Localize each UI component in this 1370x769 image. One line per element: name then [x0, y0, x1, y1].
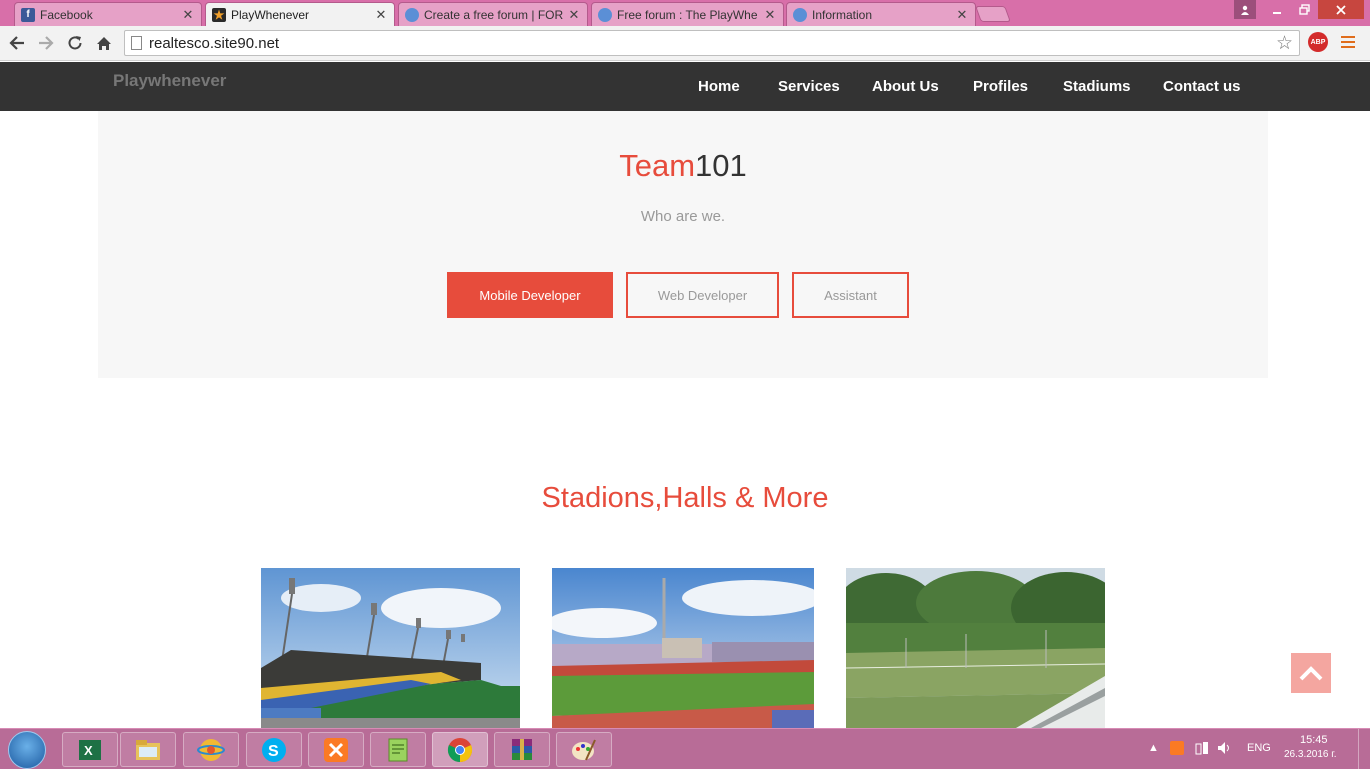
clock-date[interactable]: 26.3.2016 г. — [1284, 749, 1336, 760]
volume-icon[interactable] — [1217, 740, 1233, 756]
team-title: Team101 — [619, 148, 747, 183]
language-indicator[interactable]: ENG — [1247, 742, 1271, 754]
tennis-court-photo[interactable] — [846, 568, 1105, 728]
close-icon[interactable]: ✕ — [763, 7, 777, 23]
browser-tab-strip: f Facebook ✕ ★ PlayWhenever ✕ Create a f… — [0, 0, 1370, 26]
chrome-menu-icon[interactable] — [1341, 36, 1355, 51]
nav-services[interactable]: Services — [778, 78, 840, 95]
bookmark-star-icon[interactable]: ☆ — [1276, 32, 1293, 55]
start-orb[interactable] — [8, 731, 46, 769]
notepad-icon[interactable] — [370, 732, 426, 767]
chrome-icon[interactable] — [432, 732, 488, 767]
team-subtitle: Who are we. — [640, 208, 726, 225]
forum-icon — [405, 7, 419, 22]
back-arrow-icon[interactable] — [6, 32, 28, 54]
winrar-icon[interactable] — [494, 732, 550, 767]
stadium-photo-2[interactable] — [552, 568, 814, 728]
forward-arrow-icon[interactable] — [35, 32, 57, 54]
adblock-plus-icon[interactable]: ABP — [1308, 32, 1328, 52]
site-brand[interactable]: Playwhenever — [113, 71, 226, 91]
svg-text:S: S — [268, 743, 279, 760]
team-section: Team101 Who are we. Mobile Developer Web… — [98, 111, 1268, 378]
playwhenever-icon: ★ — [212, 7, 226, 22]
show-desktop-button[interactable] — [1358, 729, 1370, 769]
tray-expand-icon[interactable]: ▲ — [1148, 742, 1159, 754]
filter-mobile-developer[interactable]: Mobile Developer — [447, 272, 613, 318]
home-icon[interactable] — [93, 32, 115, 54]
file-explorer-icon[interactable] — [120, 732, 176, 767]
close-icon[interactable]: ✕ — [567, 7, 581, 23]
scroll-to-top-button[interactable] — [1291, 653, 1331, 693]
url-text: realtesco.site90.net — [149, 35, 280, 52]
tab-free-forum[interactable]: Free forum : The PlayWhe ✕ — [591, 2, 784, 26]
close-icon[interactable]: ✕ — [955, 7, 969, 23]
tab-information[interactable]: Information ✕ — [786, 2, 976, 26]
close-icon[interactable]: ✕ — [374, 7, 388, 23]
excel-icon[interactable]: X — [62, 732, 118, 767]
stadium-photo-1[interactable] — [261, 568, 520, 728]
skype-icon[interactable]: S — [246, 732, 302, 767]
nav-contact-us[interactable]: Contact us — [1163, 78, 1241, 95]
nav-about-us[interactable]: About Us — [872, 78, 939, 95]
network-icon[interactable] — [1195, 740, 1209, 756]
windows-taskbar: X S ▲ ENG 15:45 26.3.2016 г. — [0, 728, 1370, 769]
forum-icon — [598, 7, 612, 22]
browser-toolbar: realtesco.site90.net ☆ — [0, 26, 1370, 61]
forum-icon — [793, 7, 807, 22]
svg-text:X: X — [84, 743, 93, 758]
xampp-tray-icon[interactable] — [1170, 741, 1184, 755]
tab-create-forum[interactable]: Create a free forum | FOR ✕ — [398, 2, 588, 26]
nav-stadiums[interactable]: Stadiums — [1063, 78, 1131, 95]
restore-icon[interactable] — [1291, 0, 1317, 19]
filter-assistant[interactable]: Assistant — [792, 272, 909, 318]
reload-icon[interactable] — [64, 32, 86, 54]
chevron-up-icon — [1299, 666, 1323, 681]
address-bar[interactable]: realtesco.site90.net ☆ — [124, 30, 1300, 56]
paint-icon[interactable] — [556, 732, 612, 767]
filter-web-developer[interactable]: Web Developer — [626, 272, 779, 318]
clock-time[interactable]: 15:45 — [1300, 734, 1328, 746]
window-close-icon[interactable] — [1318, 0, 1364, 19]
facebook-icon: f — [21, 7, 35, 22]
nav-home[interactable]: Home — [698, 78, 740, 95]
site-navbar: Playwhenever Home Services About Us Prof… — [0, 62, 1370, 111]
app-icon[interactable] — [183, 732, 239, 767]
xampp-icon[interactable] — [308, 732, 364, 767]
nav-profiles[interactable]: Profiles — [973, 78, 1028, 95]
stadiums-title: Stadions,Halls & More — [541, 482, 829, 514]
user-profile-icon[interactable] — [1234, 0, 1256, 19]
minimize-icon[interactable] — [1264, 0, 1290, 19]
close-icon[interactable]: ✕ — [181, 7, 195, 23]
tab-playwhenever[interactable]: ★ PlayWhenever ✕ — [205, 2, 395, 26]
page-icon — [131, 36, 142, 50]
new-tab-button[interactable] — [975, 6, 1011, 22]
tab-facebook[interactable]: f Facebook ✕ — [14, 2, 202, 26]
